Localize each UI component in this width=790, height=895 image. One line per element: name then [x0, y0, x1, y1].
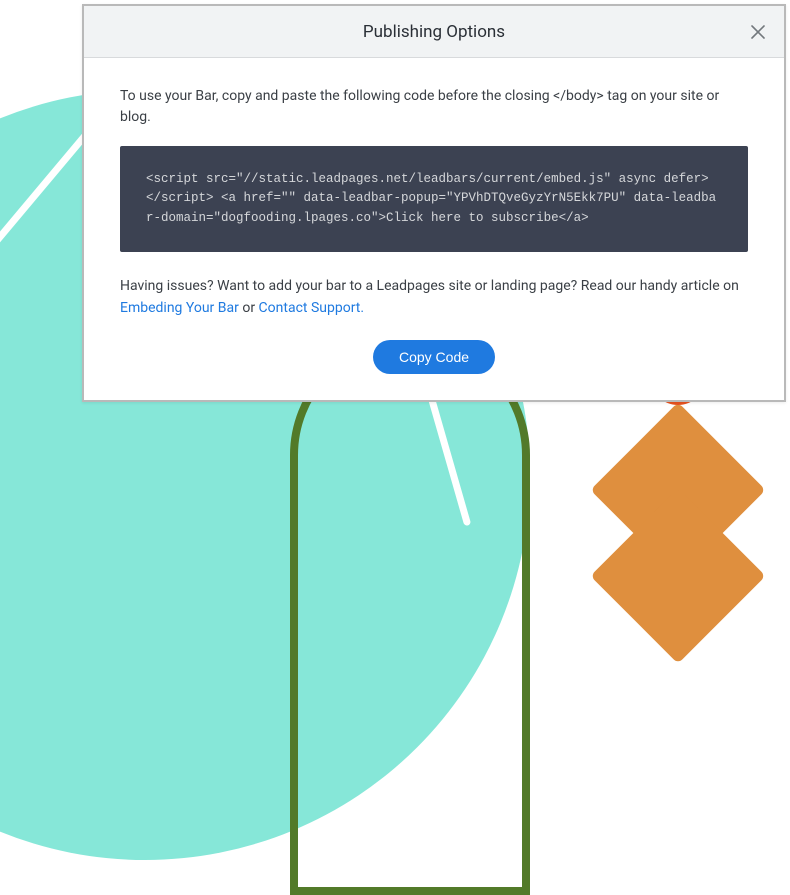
embedding-article-link[interactable]: Embeding Your Bar: [120, 300, 239, 316]
help-prefix: Having issues? Want to add your bar to a…: [120, 278, 739, 294]
embed-code-block[interactable]: <script src="//static.leadpages.net/lead…: [120, 146, 748, 252]
modal-header: Publishing Options: [84, 6, 784, 58]
help-text: Having issues? Want to add your bar to a…: [120, 276, 748, 319]
copy-code-button[interactable]: Copy Code: [373, 340, 495, 374]
modal-body: To use your Bar, copy and paste the foll…: [84, 58, 784, 400]
close-icon: [751, 25, 765, 39]
close-button[interactable]: [742, 16, 774, 48]
modal-title: Publishing Options: [363, 22, 505, 42]
button-row: Copy Code: [120, 340, 748, 374]
instructions-text: To use your Bar, copy and paste the foll…: [120, 86, 748, 128]
help-mid: or: [239, 300, 259, 316]
green-arch-shape: [290, 335, 530, 895]
publishing-options-modal: Publishing Options To use your Bar, copy…: [82, 4, 786, 402]
contact-support-link[interactable]: Contact Support.: [259, 300, 365, 316]
